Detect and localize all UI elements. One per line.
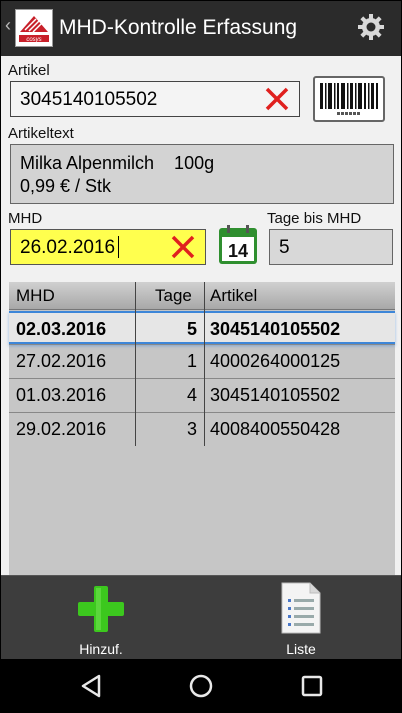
- column-divider: [204, 282, 205, 446]
- tage-label: Tage bis MHD: [267, 210, 362, 227]
- cell-tage: 3: [186, 419, 197, 439]
- artikel-input[interactable]: 3045140105502: [10, 81, 300, 117]
- add-button[interactable]: Hinzuf.: [1, 576, 201, 660]
- cell-tage: 5: [186, 319, 197, 339]
- svg-text:cosys: cosys: [26, 37, 41, 43]
- calendar-day: 14: [228, 241, 248, 261]
- calendar-icon: 14: [219, 225, 257, 264]
- artikeltext-line-2: 0,99 € / Stk: [20, 176, 112, 196]
- close-x-icon[interactable]: [170, 234, 196, 260]
- artikeltext-label: Artikeltext: [8, 125, 74, 142]
- gear-icon[interactable]: [357, 13, 385, 41]
- add-button-label: Hinzuf.: [79, 641, 123, 657]
- chevron-left-icon[interactable]: ‹: [5, 15, 11, 36]
- header-tage[interactable]: Tage: [155, 286, 192, 306]
- system-nav-bar: [1, 659, 401, 712]
- mhd-input[interactable]: 26.02.2016: [10, 229, 206, 265]
- mhd-table: MHD Tage Artikel 02.03.2016 5 3045140105…: [9, 282, 395, 624]
- nav-home-icon[interactable]: [187, 672, 215, 700]
- artikel-label: Artikel: [8, 62, 50, 79]
- cell-mhd: 02.03.2016: [16, 319, 107, 339]
- artikel-value: 3045140105502: [20, 89, 158, 110]
- cell-artikel: 4000264000125: [210, 351, 341, 371]
- document-list-icon: [281, 582, 321, 634]
- column-divider: [135, 282, 136, 446]
- app-logo-icon[interactable]: cosys: [15, 9, 53, 47]
- cell-mhd: 27.02.2016: [16, 351, 107, 371]
- form-area: Artikel 3045140105502 Artikeltext Milka …: [1, 56, 401, 624]
- table-row[interactable]: 01.03.2016 4 3045140105502: [9, 379, 395, 412]
- bottom-toolbar: Hinzuf. Liste: [1, 575, 401, 659]
- tage-field: 5: [269, 229, 393, 265]
- table-row[interactable]: 27.02.2016 1 4000264000125: [9, 345, 395, 378]
- cell-artikel: 4008400550428: [210, 419, 341, 439]
- header-mhd[interactable]: MHD: [16, 286, 55, 306]
- nav-recents-icon[interactable]: [298, 672, 326, 700]
- cell-mhd: 01.03.2016: [16, 385, 107, 405]
- cell-artikel: 3045140105502: [210, 319, 341, 339]
- table-row[interactable]: 02.03.2016 5 3045140105502: [9, 311, 395, 344]
- close-x-icon[interactable]: [264, 86, 290, 112]
- barcode-scan-button[interactable]: [313, 76, 385, 122]
- app-frame: ‹ cosys MHD-Kontrolle Erfassung Artikel …: [0, 0, 402, 713]
- artikeltext-field: Milka Alpenmilch 100g 0,99 € / Stk: [10, 144, 394, 204]
- table-row[interactable]: 29.02.2016 3 4008400550428: [9, 413, 395, 446]
- mhd-label: MHD: [8, 210, 43, 227]
- table-header: MHD Tage Artikel: [9, 282, 395, 310]
- cell-mhd: 29.02.2016: [16, 419, 107, 439]
- page-title: MHD-Kontrolle Erfassung: [59, 16, 298, 39]
- action-bar: ‹ cosys MHD-Kontrolle Erfassung: [1, 1, 401, 56]
- header-artikel[interactable]: Artikel: [210, 286, 257, 306]
- cell-artikel: 3045140105502: [210, 385, 341, 405]
- list-button-label: Liste: [286, 641, 316, 657]
- tage-value: 5: [279, 237, 290, 258]
- cell-tage: 1: [186, 351, 197, 371]
- barcode-icon: [320, 83, 378, 116]
- artikeltext-line-1: Milka Alpenmilch 100g: [20, 153, 215, 173]
- text-cursor: [118, 236, 119, 258]
- mhd-value: 26.02.2016: [20, 237, 116, 258]
- list-button[interactable]: Liste: [201, 576, 401, 660]
- nav-back-icon[interactable]: [77, 672, 105, 700]
- plus-icon: [78, 586, 124, 632]
- calendar-button[interactable]: 14: [217, 224, 259, 266]
- cell-tage: 4: [186, 385, 197, 405]
